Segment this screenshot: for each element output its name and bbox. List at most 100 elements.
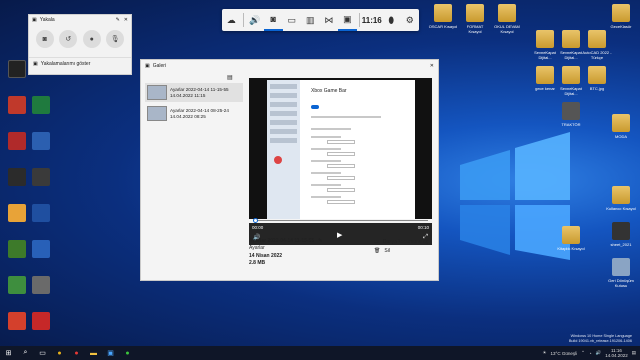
desktop-icon[interactable]: FORMAT Kısayol <box>460 4 490 38</box>
capture-widget: ▣ Yakala ✎ ✕ ◙ ↺ ● 🎙 ▣ Yakalamalarımı gö… <box>28 14 132 75</box>
capture-item-text: Ayarlar 2022-04-14 11-15-55 14.04.2022 1… <box>170 87 229 98</box>
gamebar-icon[interactable]: ● <box>119 346 136 360</box>
screenshot-button[interactable]: ◙ <box>35 30 54 48</box>
tray-chevron-icon[interactable]: ⌃ <box>581 350 585 356</box>
desktop-icons-top-right: OSCAR Kısayol FORMAT Kısayol OKUL DEVAM … <box>428 4 522 40</box>
desktop-icon[interactable] <box>26 240 56 274</box>
open-location-label: Dosya konumunu aç <box>382 239 429 245</box>
delete-label: Sil <box>384 248 390 254</box>
capture-header: ▣ Yakala ✎ ✕ <box>29 15 131 25</box>
desktop-icon[interactable] <box>26 204 56 238</box>
thumbnail <box>147 85 167 100</box>
desktop-icon[interactable]: OSCAR Kısayol <box>428 4 458 38</box>
capture-item-date: 14.04.2022 11:15 <box>170 92 206 98</box>
widget-menu-icon[interactable]: ☁ <box>222 9 241 31</box>
close-icon[interactable]: ✕ <box>124 17 128 23</box>
capture-item-text: Ayarlar 2022-04-14 08-25-24 14.04.2022 0… <box>170 108 229 119</box>
capture-list-item[interactable]: Ayarlar 2022-04-14 11-15-55 14.04.2022 1… <box>145 83 243 102</box>
trash-icon: 🗑 <box>374 248 381 254</box>
capture-list: Ayarlar 2022-04-14 11-15-55 14.04.2022 1… <box>145 83 243 125</box>
capture-title: Yakala <box>39 17 55 23</box>
system-tray: ☀ 13°C Güneşli ⌃ ◔ 🔊 11:16 14.04.2022 ▤ <box>542 348 636 358</box>
performance-icon[interactable]: ▭ <box>283 9 302 31</box>
frame-app-title: Xbox Game Bar <box>311 88 347 94</box>
cursor-highlight <box>274 156 282 164</box>
windows-watermark: Windows 10 Home Single Language Build 19… <box>569 334 632 344</box>
delete-button[interactable]: 🗑 Sil <box>374 247 428 256</box>
xbox-social-icon[interactable]: ⋈ <box>320 9 339 31</box>
file-size: 2.8 MB <box>249 259 266 266</box>
desktop-icon[interactable] <box>26 276 56 310</box>
settings-gear-icon[interactable]: ⚙ <box>400 9 419 31</box>
desktop-icon[interactable]: GeceKlasör <box>606 4 636 38</box>
capture-icon[interactable]: ◙ <box>263 9 283 31</box>
store-icon[interactable]: ▣ <box>102 346 119 360</box>
show-captures-label: Yakalamalarımı göster <box>40 61 91 67</box>
game-bar: ☁ 🔊 ◙ ▭ ▥ ⋈ ▣ 11:16 ⬮ ⚙ <box>222 9 419 31</box>
capture-item-name: Ayarlar 2022-04-14 08-25-24 <box>170 107 229 113</box>
search-icon[interactable]: ⌕ <box>17 346 34 360</box>
thumbnail <box>147 106 167 121</box>
capture-buttons: ◙ ↺ ● 🎙 <box>29 25 131 53</box>
show-captures-link[interactable]: ▣ Yakalamalarımı göster <box>29 57 131 70</box>
gallery-title: Galeri <box>152 62 167 69</box>
weather-icon[interactable]: ☀ <box>542 350 546 356</box>
file-explorer-icon[interactable]: ▬ <box>85 346 102 360</box>
capture-info: Ayarlar 2022-04-14 11-15-55 ✎ Ayarlar 14… <box>249 238 322 267</box>
app-name: Ayarlar <box>249 245 265 252</box>
time-total: 00:10 <box>417 225 429 230</box>
mouse-icon[interactable]: ⬮ <box>382 9 401 31</box>
clock[interactable]: 11:16 14.04.2022 <box>605 348 628 358</box>
file-name-row: Ayarlar 2022-04-14 11-15-55 ✎ <box>249 238 322 245</box>
desktop-icon[interactable] <box>26 312 56 346</box>
video-viewer[interactable]: Xbox Game Bar <box>249 78 432 219</box>
weather-text[interactable]: 13°C Güneşli <box>551 351 578 356</box>
mic-button[interactable]: 🎙 <box>106 30 125 48</box>
video-frame: Xbox Game Bar <box>267 80 415 219</box>
capture-item-name: Ayarlar 2022-04-14 11-15-55 <box>170 86 229 92</box>
task-view-icon[interactable]: ▭ <box>34 346 51 360</box>
opera-icon[interactable]: ● <box>68 346 85 360</box>
desktop-icon[interactable]: OKUL DEVAM Kısayol <box>492 4 522 38</box>
gallery-icon[interactable]: ▣ <box>338 9 357 31</box>
volume-icon[interactable]: 🔊 <box>596 350 602 356</box>
capture-item-date: 14.04.2022 08:25 <box>170 113 206 119</box>
desktop-icon[interactable]: Kitaplık Kısayol <box>556 226 586 260</box>
capture-icon: ▣ <box>32 17 37 23</box>
chrome-icon[interactable]: ● <box>51 346 68 360</box>
audio-icon[interactable]: 🔊 <box>245 9 264 31</box>
watermark-line-2: Build 19041.vb_release.191206-1406 <box>568 339 632 343</box>
gallery-icon: ▣ <box>145 62 150 69</box>
desktop-icon[interactable] <box>26 96 56 130</box>
clock-date: 14.04.2022 <box>605 353 628 358</box>
desktop-icon[interactable] <box>26 132 56 166</box>
gallery-header: ▣ Galeri ✕ <box>141 60 438 71</box>
edit-icon[interactable]: ✎ <box>318 238 322 245</box>
record-last-button[interactable]: ↺ <box>59 30 78 48</box>
settings-sidebar <box>267 80 300 219</box>
close-icon[interactable]: ✕ <box>430 63 434 69</box>
desktop-icon[interactable]: Kullanıcı Kısayol <box>606 186 636 220</box>
capture-date: 14 Nisan 2022 <box>249 252 283 259</box>
file-name: Ayarlar 2022-04-14 11-15-55 <box>249 238 315 244</box>
capture-actions: ▭ Dosya konumunu aç 🗑 Sil <box>374 238 428 256</box>
gallery-window: ▣ Galeri ✕ ▤ Ayarlar 2022-04-14 11-15-55… <box>140 59 439 281</box>
capture-list-item[interactable]: Ayarlar 2022-04-14 08-25-24 14.04.2022 0… <box>145 104 243 123</box>
desktop-icon[interactable]: MODA <box>606 114 636 148</box>
resources-icon[interactable]: ▥ <box>301 9 320 31</box>
view-toggle-icon[interactable]: ▤ <box>227 74 233 81</box>
network-icon[interactable]: ◔ <box>589 351 592 356</box>
start-icon[interactable]: ⊞ <box>0 346 17 360</box>
desktop-icon[interactable]: sheet_2021 <box>606 222 636 256</box>
folder-icon: ▭ <box>374 239 379 245</box>
open-location-button[interactable]: ▭ Dosya konumunu aç <box>374 238 428 247</box>
play-icon[interactable]: ▶ <box>337 231 342 239</box>
desktop-icon[interactable] <box>26 168 56 202</box>
gallery-icon: ▣ <box>33 61 38 67</box>
notifications-icon[interactable]: ▤ <box>632 350 636 356</box>
pin-icon[interactable]: ✎ <box>116 17 120 23</box>
desktop-icons-right-4: GeceKlasör MODA Kullanıcı Kısayol sheet_… <box>606 4 636 294</box>
desktop-icon[interactable]: TRAKTÖR <box>556 102 586 136</box>
recycle-bin-icon[interactable]: Geri Dönüşüm Kutusu <box>606 258 636 292</box>
record-button[interactable]: ● <box>82 30 101 48</box>
